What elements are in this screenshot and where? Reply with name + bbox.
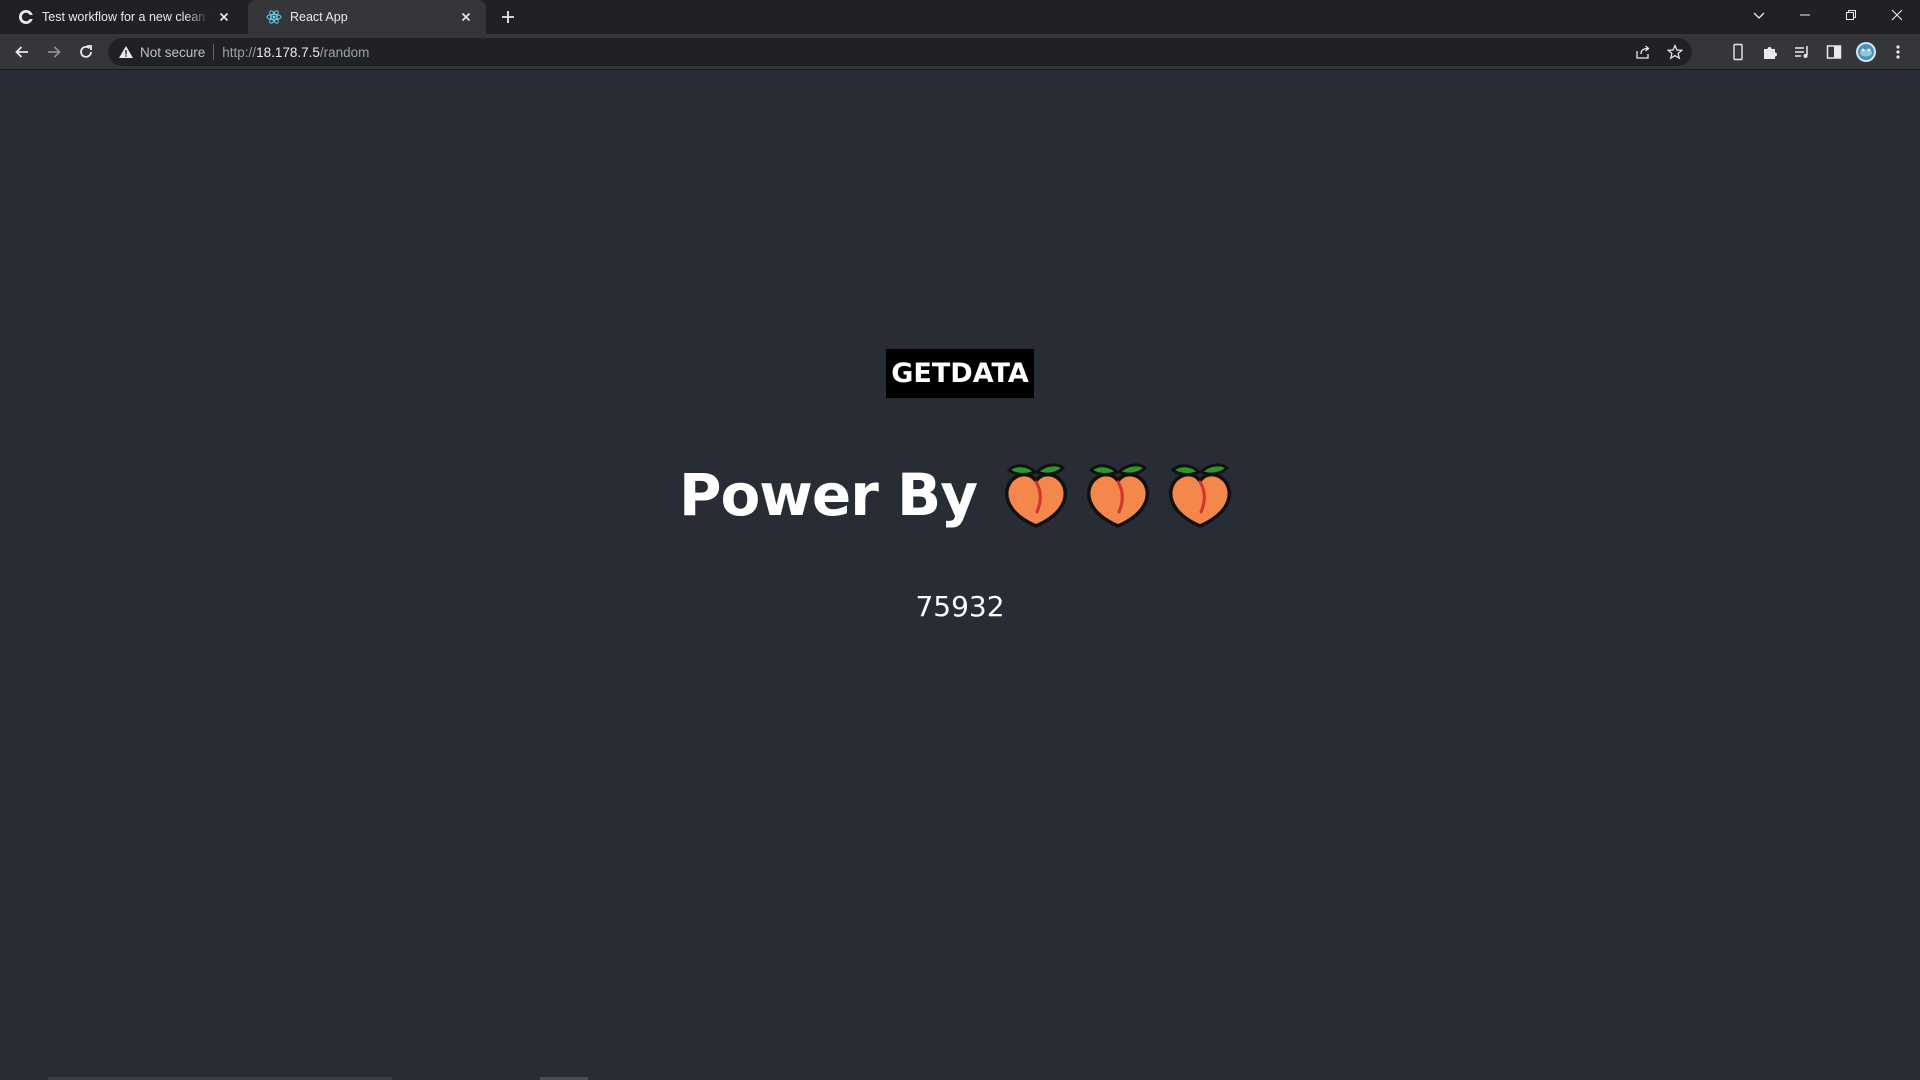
- peach-icon: [1005, 463, 1068, 528]
- browser-toolbar: Not secure http://18.178.7.5/random: [0, 34, 1920, 70]
- tab-react-app[interactable]: React App: [248, 0, 486, 34]
- bookmark-button[interactable]: [1666, 43, 1684, 61]
- forward-button[interactable]: [42, 40, 66, 64]
- share-button[interactable]: [1634, 43, 1652, 61]
- close-icon[interactable]: [216, 9, 232, 25]
- page-content: [0, 70, 1920, 1080]
- device-button[interactable]: [1726, 40, 1750, 64]
- minimize-button[interactable]: [1782, 0, 1828, 30]
- divider: [213, 44, 215, 60]
- peach-icon: [1169, 463, 1232, 528]
- url-scheme: http://: [222, 44, 257, 60]
- tab-strip: Test workflow for a new clean VP React A…: [0, 0, 1920, 34]
- address-bar[interactable]: Not secure http://18.178.7.5/random: [108, 38, 1692, 66]
- kebab-menu-icon: [1896, 45, 1900, 59]
- power-by-heading: Power By: [0, 440, 1920, 550]
- restore-icon: [1846, 10, 1856, 20]
- tab-search-button[interactable]: [1736, 0, 1782, 30]
- peach-icon: [1087, 463, 1150, 528]
- share-icon: [1636, 45, 1650, 59]
- tab-github[interactable]: Test workflow for a new clean VP: [0, 0, 244, 34]
- new-tab-plus-icon[interactable]: [496, 7, 520, 27]
- minimize-icon: [1800, 14, 1810, 16]
- arrow-left-icon: [15, 46, 28, 58]
- close-icon: [1891, 9, 1903, 21]
- close-icon[interactable]: [458, 9, 474, 25]
- url-host: 18.178.7.5: [256, 44, 320, 60]
- puzzle-icon: [1764, 47, 1777, 59]
- arrow-right-icon: [48, 46, 61, 58]
- reload-icon: [80, 45, 92, 58]
- back-button[interactable]: [10, 40, 34, 64]
- extensions-button[interactable]: [1758, 40, 1782, 64]
- menu-button[interactable]: [1886, 40, 1910, 64]
- getdata-button[interactable]: GETDATA: [886, 349, 1034, 398]
- warning-icon[interactable]: [118, 44, 134, 60]
- restore-button[interactable]: [1828, 0, 1874, 30]
- chevron-down-icon: [1753, 12, 1765, 19]
- reload-button[interactable]: [74, 40, 98, 64]
- close-window-button[interactable]: [1874, 0, 1920, 30]
- profile-button[interactable]: [1854, 40, 1878, 64]
- side-panel-icon: [1826, 45, 1842, 59]
- github-icon: [19, 10, 34, 24]
- tab-title: React App: [290, 10, 348, 24]
- music-queue-icon: [1795, 46, 1808, 58]
- tab-title: Test workflow for a new clean VP: [42, 10, 210, 24]
- side-panel-button[interactable]: [1822, 40, 1846, 64]
- power-by-text: Power By: [678, 461, 978, 529]
- phone-icon: [1733, 43, 1743, 61]
- avatar: [1856, 42, 1876, 62]
- random-number-display: 75932: [915, 590, 1005, 623]
- star-icon: [1667, 44, 1683, 60]
- react-icon: [266, 10, 282, 24]
- security-label[interactable]: Not secure: [140, 45, 205, 60]
- media-control-button[interactable]: [1790, 40, 1814, 64]
- url-path: /random: [319, 44, 370, 60]
